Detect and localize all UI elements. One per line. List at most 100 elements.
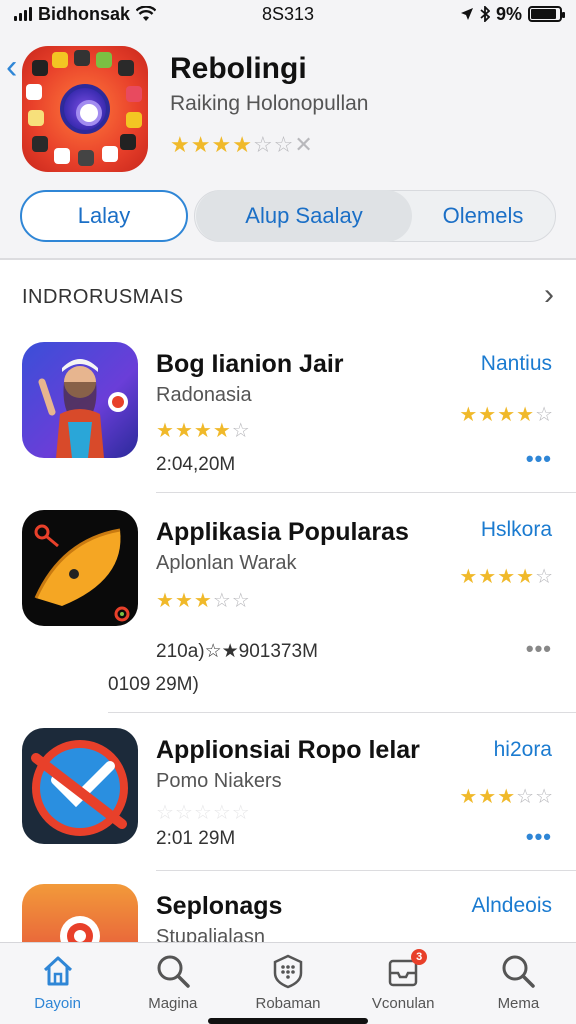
tab-label: Magina	[148, 995, 198, 1012]
tab-mema[interactable]: Mema	[461, 943, 576, 1024]
item-right-rating-stars: ★★★★☆	[459, 402, 554, 427]
status-right: 9%	[362, 3, 565, 25]
item-category-link[interactable]: Alndeois	[471, 894, 552, 918]
more-options-icon[interactable]: •••	[526, 824, 552, 850]
rating-suffix: ✕	[294, 132, 314, 157]
tab-dayoin[interactable]: Dayoin	[0, 943, 115, 1024]
battery-percent: 9%	[495, 3, 522, 24]
star-filled-icon: ★	[459, 566, 479, 588]
star-filled-icon: ★	[478, 786, 498, 808]
star-filled-icon: ★	[497, 404, 517, 426]
section-chevron-icon[interactable]: ›	[544, 278, 554, 312]
star-filled-icon: ★	[232, 132, 253, 157]
item-right-rating-stars: ★★★★☆	[459, 564, 554, 589]
list-item[interactable]: Bog Iianion Jair Radonasia ★★★★☆ 2:04,20…	[0, 342, 576, 493]
app-title: Rebolingi	[170, 52, 307, 85]
item-title: Applikasia Popularas	[156, 518, 409, 546]
segment-olemels-button[interactable]: Olemels	[412, 190, 554, 242]
inbox-icon: 3	[385, 949, 428, 989]
star-empty-icon: ☆	[231, 590, 251, 612]
star-filled-icon: ★	[478, 566, 498, 588]
back-chevron-icon[interactable]: ‹	[6, 50, 17, 84]
status-time: 8S313	[261, 3, 315, 24]
star-filled-icon: ★	[174, 590, 194, 612]
sunset-target-app-icon	[22, 884, 138, 942]
header-divider	[0, 258, 576, 260]
star-empty-icon: ☆	[231, 420, 251, 442]
item-category-link[interactable]: Nantius	[481, 352, 552, 376]
location-arrow-icon	[460, 8, 473, 20]
section-title: INDRORUSMAIS	[22, 286, 184, 308]
star-empty-icon: ☆	[156, 802, 175, 824]
app-header: ‹ Rebolingi Raiking Holonopullan ★★★★☆☆✕…	[0, 28, 576, 260]
woman-avatar-app-icon	[22, 342, 138, 458]
item-subtitle: Aplonlan Warak	[156, 552, 297, 574]
item-title: Seplonags	[156, 892, 283, 920]
star-empty-icon: ☆	[535, 566, 554, 588]
tab-label: Mema	[497, 995, 540, 1012]
grid-shield-icon	[270, 953, 306, 989]
star-filled-icon: ★	[211, 132, 233, 157]
tab-label: Vconulan	[371, 995, 435, 1012]
item-subtitle: Radonasia	[156, 384, 252, 406]
list-item[interactable]: Seplonags Stupalialasn Alndeois	[0, 884, 576, 942]
signal-icon	[14, 7, 32, 21]
star-filled-icon: ★	[497, 566, 517, 588]
more-options-icon[interactable]: •••	[526, 446, 552, 472]
star-empty-icon: ☆	[516, 786, 536, 808]
status-left: Bidhonsak	[14, 4, 214, 25]
more-options-icon[interactable]: •••	[526, 636, 552, 662]
star-filled-icon: ★	[193, 590, 213, 612]
item-rating-stars: ☆☆☆☆☆	[156, 800, 251, 825]
item-subtitle: Stupalialasn	[156, 926, 265, 942]
star-filled-icon: ★	[174, 420, 194, 442]
segment-lalay-button[interactable]: Lalay	[20, 190, 188, 242]
star-empty-icon: ☆	[535, 404, 554, 426]
item-size-extra: 0109 29M)	[108, 674, 199, 695]
app-icon	[22, 46, 148, 172]
tab-magina[interactable]: Magina	[115, 943, 230, 1024]
wifi-icon	[136, 6, 157, 21]
item-divider	[156, 870, 576, 871]
tab-vconulan[interactable]: 3 Vconulan	[346, 943, 461, 1024]
star-filled-icon: ★	[516, 404, 536, 426]
item-title: Bog Iianion Jair	[156, 350, 344, 378]
star-empty-icon: ☆	[231, 802, 251, 824]
battery-icon	[528, 6, 565, 22]
star-empty-icon: ☆	[174, 802, 194, 824]
item-rating-stars: ★★★☆☆	[156, 588, 251, 613]
item-rating-stars: ★★★★☆	[156, 418, 251, 443]
tab-label: Robaman	[255, 995, 321, 1012]
item-category-link[interactable]: hi2ora	[494, 738, 552, 762]
bluetooth-icon	[480, 6, 490, 22]
list-item[interactable]: Applionsiai Ropo lelar Pomo Niakers ☆☆☆☆…	[0, 728, 576, 871]
star-filled-icon: ★	[478, 404, 498, 426]
star-filled-icon: ★	[190, 132, 212, 157]
segment-alup-saalay-button[interactable]: Alup Saalay	[196, 190, 412, 242]
tab-label: Dayoin	[34, 995, 81, 1012]
star-filled-icon: ★	[459, 786, 479, 808]
star-filled-icon: ★	[459, 404, 479, 426]
item-category-link[interactable]: Hslkora	[481, 518, 552, 542]
search-icon	[500, 953, 536, 989]
star-empty-icon: ☆	[252, 132, 274, 157]
star-filled-icon: ★	[156, 590, 175, 612]
item-size: 210a)☆★901373M	[156, 641, 318, 662]
item-subtitle: Pomo Niakers	[156, 770, 282, 792]
star-filled-icon: ★	[212, 420, 232, 442]
feather-app-icon	[22, 510, 138, 626]
tab-robaman[interactable]: Robaman	[230, 943, 345, 1024]
app-subtitle: Raiking Holonopullan	[170, 92, 369, 115]
notification-badge: 3	[411, 949, 428, 965]
item-size: 2:01 29M	[156, 828, 236, 849]
item-title: Applionsiai Ropo lelar	[156, 736, 420, 764]
home-indicator	[208, 1018, 368, 1024]
heart-check-app-icon	[22, 728, 138, 844]
star-empty-icon: ☆	[212, 802, 232, 824]
app-rating-stars: ★★★★☆☆✕	[170, 132, 314, 158]
star-empty-icon: ☆	[535, 786, 554, 808]
list-item[interactable]: Applikasia Popularas Aplonlan Warak ★★★☆…	[0, 510, 576, 713]
item-divider	[108, 712, 576, 713]
carrier-name: Bidhonsak	[38, 3, 131, 24]
item-size: 2:04,20M	[156, 454, 236, 475]
